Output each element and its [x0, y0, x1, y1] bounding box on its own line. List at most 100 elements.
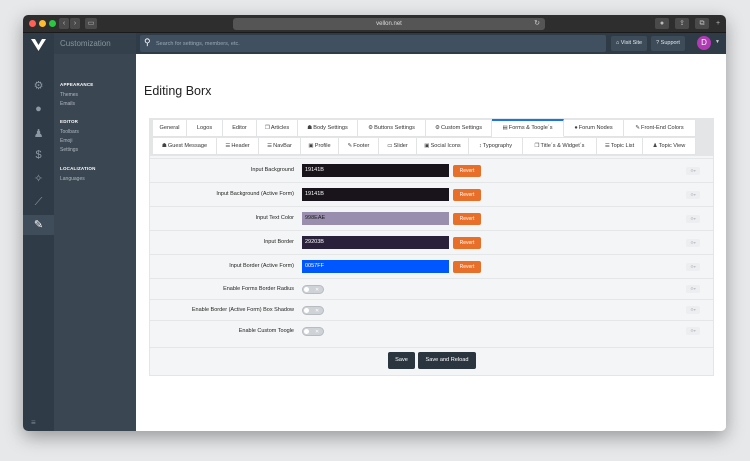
tab-body-settings[interactable]: ☗Body Settings	[298, 120, 358, 137]
reset-icon[interactable]: ⚙▾	[686, 263, 700, 271]
logo-icon[interactable]	[31, 39, 46, 51]
tab-articles[interactable]: ❐Articles	[257, 120, 298, 137]
setting-label: Input Text Color	[255, 215, 294, 221]
save-and-reload-button[interactable]: Save and Reload	[418, 352, 476, 369]
tab-front-end-colors[interactable]: ✎Front-End Colors	[624, 120, 696, 137]
tab-label: Body Settings	[313, 125, 348, 131]
color-input[interactable]: 19141B	[302, 188, 449, 201]
toggle-switch[interactable]: ✕	[302, 285, 324, 294]
tab-footer[interactable]: ✎Footer	[339, 138, 379, 155]
image-icon: ▣	[424, 143, 430, 149]
subnav-item-emoji[interactable]: Emoji	[60, 138, 73, 144]
support-button[interactable]: ? Support	[651, 36, 685, 51]
clone-icon: ❐	[534, 143, 540, 149]
tab-label: Front-End Colors	[641, 125, 684, 131]
chat-icon[interactable]: ●	[23, 99, 54, 119]
tab-titles-widgets[interactable]: ❐Title´s & Widget´s	[523, 138, 597, 155]
toggle-switch[interactable]: ✕	[302, 306, 324, 315]
tab-label: Forms & Toogle´s	[508, 125, 553, 131]
brush-icon[interactable]: ✎	[23, 215, 54, 235]
tab-label: Topic List	[610, 143, 635, 149]
paint-brush-icon: ✎	[635, 125, 641, 131]
back-icon[interactable]: ‹	[59, 18, 69, 29]
setting-row: Enable Forms Border Radius ✕ ⚙▾	[150, 278, 713, 299]
section-heading-appearance: APPEARANCE	[60, 82, 94, 87]
tab-logos[interactable]: Logos	[187, 120, 223, 137]
chart-icon[interactable]: ⟋	[23, 192, 54, 212]
reload-icon[interactable]: ↻	[534, 18, 540, 30]
tab-label: General	[159, 125, 180, 131]
tab-general[interactable]: General	[153, 120, 187, 137]
color-input[interactable]: 0057FF	[302, 260, 449, 273]
section-heading-localization: LOCALIZATION	[60, 166, 96, 171]
tab-forms-toogles[interactable]: ▤Forms & Toogle´s	[492, 119, 564, 137]
visit-site-label: Visit Site	[620, 40, 643, 46]
tab-slider[interactable]: ▭Slider	[379, 138, 417, 155]
tab-social-icons[interactable]: ▣Social Icons	[417, 138, 469, 155]
address-bar[interactable]: vellon.net ↻	[233, 18, 545, 30]
new-tab-icon[interactable]: +	[713, 18, 723, 29]
gears-icon[interactable]: ⚙	[23, 76, 54, 96]
revert-button[interactable]: Revert	[453, 237, 481, 249]
zoom-window-button[interactable]	[49, 20, 56, 27]
reset-icon[interactable]: ⚙▾	[686, 285, 700, 293]
forward-icon[interactable]: ›	[70, 18, 80, 29]
sidebar-toggle-icon[interactable]: ▭	[85, 18, 97, 29]
tab-label: Forum Nodes	[578, 125, 613, 131]
cog-icon: ⚙	[434, 125, 440, 131]
revert-button[interactable]: Revert	[453, 261, 481, 273]
chevron-down-icon[interactable]: ▼	[715, 39, 720, 45]
tab-buttons-settings[interactable]: ⚙Buttons Settings	[358, 120, 426, 137]
subnav-item-emails[interactable]: Emails	[60, 101, 75, 107]
search-input[interactable]	[156, 38, 456, 49]
share-icon[interactable]: ⇪	[675, 18, 689, 29]
subnav-item-settings[interactable]: Settings	[60, 147, 78, 153]
tab-typography[interactable]: ↕Typography	[469, 138, 523, 155]
comments-icon: ●	[574, 125, 578, 131]
close-icon: ✕	[315, 287, 320, 293]
tab-topic-view[interactable]: ♟Topic View	[643, 138, 696, 155]
subnav-item-languages[interactable]: Languages	[60, 176, 85, 182]
reset-icon[interactable]: ⚙▾	[686, 191, 700, 199]
bars-icon: ☰	[267, 143, 273, 149]
collapse-icon[interactable]: ≡	[31, 418, 36, 427]
tab-header[interactable]: ☰Header	[217, 138, 259, 155]
revert-button[interactable]: Revert	[453, 189, 481, 201]
reset-icon[interactable]: ⚙▾	[686, 239, 700, 247]
subnav-item-toolbars[interactable]: Toolbars	[60, 129, 79, 135]
browser-toolbar: ‹ › ▭ vellon.net ↻ ● ⇪ ⧉ +	[23, 15, 726, 33]
reset-icon[interactable]: ⚙▾	[686, 306, 700, 314]
color-input[interactable]: 29203B	[302, 236, 449, 249]
tab-editor[interactable]: Editor	[223, 120, 257, 137]
color-input[interactable]: 19141B	[302, 164, 449, 177]
info-icon[interactable]: ●	[655, 18, 669, 29]
revert-button[interactable]: Revert	[453, 165, 481, 177]
tabs-icon[interactable]: ⧉	[695, 18, 709, 29]
visit-site-button[interactable]: ⌂ Visit Site	[611, 36, 647, 51]
tab-custom-settings[interactable]: ⚙Custom Settings	[426, 120, 492, 137]
color-input[interactable]: 998EAE	[302, 212, 449, 225]
setting-label: Enable Custom Toogle	[238, 328, 294, 334]
close-window-button[interactable]	[29, 20, 36, 27]
tab-navbar[interactable]: ☰NavBar	[259, 138, 301, 155]
tab-topic-list[interactable]: ☰Topic List	[597, 138, 643, 155]
tab-forum-nodes[interactable]: ●Forum Nodes	[564, 120, 624, 137]
reset-icon[interactable]: ⚙▾	[686, 167, 700, 175]
avatar[interactable]: D	[697, 36, 711, 50]
url-text: vellon.net	[376, 21, 402, 27]
sub-navigation: Customization APPEARANCE Themes Emails E…	[54, 33, 136, 431]
tab-guest-message[interactable]: ☗Guest Message	[153, 138, 217, 155]
reset-icon[interactable]: ⚙▾	[686, 327, 700, 335]
revert-button[interactable]: Revert	[453, 213, 481, 225]
minimize-window-button[interactable]	[39, 20, 46, 27]
puzzle-icon[interactable]: ✧	[23, 169, 54, 189]
toggle-switch[interactable]: ✕	[302, 327, 324, 336]
subnav-item-themes[interactable]: Themes	[60, 92, 78, 98]
tab-profile[interactable]: ▣Profile	[301, 138, 339, 155]
close-icon: ✕	[315, 329, 320, 335]
reset-icon[interactable]: ⚙▾	[686, 215, 700, 223]
save-button[interactable]: Save	[388, 352, 415, 369]
list-icon: ☰	[604, 143, 610, 149]
dollar-icon[interactable]: $	[23, 145, 54, 165]
user-icon[interactable]: ♟	[23, 124, 54, 144]
